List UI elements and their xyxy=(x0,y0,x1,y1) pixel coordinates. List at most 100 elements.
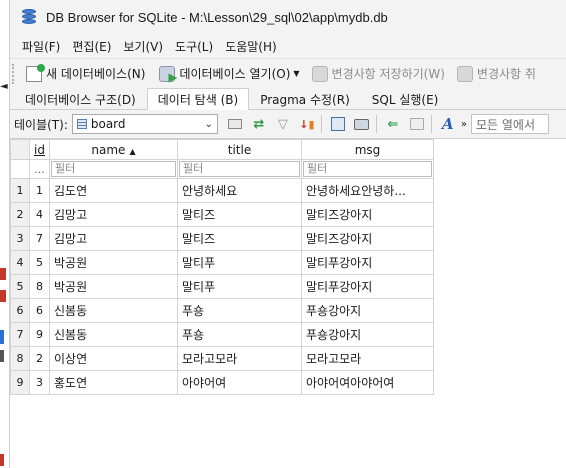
menu-file[interactable]: 파일(F) xyxy=(16,38,66,55)
cell-title[interactable]: 모라고모라 xyxy=(177,346,302,371)
tab-database-structure[interactable]: 데이터베이스 구조(D) xyxy=(14,89,147,109)
cell-id[interactable]: 8 xyxy=(29,274,50,299)
row-number[interactable]: 2 xyxy=(10,202,30,227)
cell-id[interactable]: 6 xyxy=(29,298,50,323)
table-row[interactable]: 6 6 신봄동 푸숑 푸숑강아지 xyxy=(10,298,434,323)
row-number[interactable]: 1 xyxy=(10,178,30,203)
table-row[interactable]: 4 5 박공원 말티푸 말티푸강아지 xyxy=(10,250,434,275)
menu-view[interactable]: 보기(V) xyxy=(117,38,169,55)
cell-name[interactable]: 김망고 xyxy=(49,226,178,251)
row-number[interactable]: 3 xyxy=(10,226,30,251)
row-number[interactable]: 7 xyxy=(10,322,30,347)
cell-id[interactable]: 1 xyxy=(29,178,50,203)
chevron-down-icon[interactable]: ⌄ xyxy=(201,119,217,130)
table-select[interactable]: board ⌄ xyxy=(71,114,218,134)
cell-name[interactable]: 박공원 xyxy=(49,250,178,275)
menu-edit[interactable]: 편집(E) xyxy=(66,38,117,55)
table-label: 테이블(T): xyxy=(14,117,68,132)
cell-name[interactable]: 김도연 xyxy=(49,178,178,203)
tab-browse-data[interactable]: 데이터 탐색 (B) xyxy=(146,88,250,110)
toolbar-separator xyxy=(430,115,432,133)
chevron-down-icon[interactable]: ▼ xyxy=(293,69,299,78)
green-refresh-icon: ⇄ xyxy=(253,116,265,132)
menu-help[interactable]: 도움말(H) xyxy=(219,38,283,55)
row-number[interactable]: 4 xyxy=(10,250,30,275)
editor-arrow-mark: ◄ xyxy=(0,81,8,92)
revert-changes-button[interactable]: 변경사항 취 xyxy=(453,62,540,86)
row-number[interactable]: 6 xyxy=(10,298,30,323)
menu-tools[interactable]: 도구(L) xyxy=(169,38,219,55)
cell-title[interactable]: 말티즈 xyxy=(177,202,302,227)
table-row[interactable]: 3 7 김망고 말티즈 말티즈강아지 xyxy=(10,226,434,251)
table-row[interactable]: 8 2 이상연 모라고모라 모라고모라 xyxy=(10,346,434,371)
cell-id[interactable]: 9 xyxy=(29,322,50,347)
cell-name[interactable]: 신봄동 xyxy=(49,322,178,347)
table-row[interactable]: 5 8 박공원 말티푸 말티푸강아지 xyxy=(10,274,434,299)
filter-input-title[interactable]: 필터 xyxy=(179,161,300,177)
table-row[interactable]: 7 9 신봄동 푸숑 푸숑강아지 xyxy=(10,322,434,347)
open-database-button[interactable]: 데이터베이스 열기(O) ▼ xyxy=(155,62,303,86)
cell-msg[interactable]: 모라고모라 xyxy=(301,346,434,371)
toolbar-grip[interactable] xyxy=(12,63,16,84)
table-row[interactable]: 2 4 김망고 말티즈 말티즈강아지 xyxy=(10,202,434,227)
cell-id[interactable]: 7 xyxy=(29,226,50,251)
cell-title[interactable]: 푸숑 xyxy=(177,298,302,323)
filter-dots: ... xyxy=(29,159,50,179)
table-row[interactable]: 1 1 김도연 안녕하세요 안녕하세요안녕하... xyxy=(10,178,434,203)
cell-title[interactable]: 말티푸 xyxy=(177,250,302,275)
write-changes-button[interactable]: 변경사항 저장하기(W) xyxy=(308,62,449,86)
clear-filters-button[interactable]: ▽ xyxy=(272,113,294,135)
editor-dark-mark xyxy=(0,350,4,362)
corner-cell[interactable] xyxy=(10,139,30,160)
more-tools-chevron[interactable]: » xyxy=(461,119,467,130)
main-tabs: 데이터베이스 구조(D) 데이터 탐색 (B) Pragma 수정(R) SQL… xyxy=(10,88,566,110)
cell-msg[interactable]: 아야어여아야어여 xyxy=(301,370,434,395)
refresh-button[interactable] xyxy=(224,113,246,135)
cell-msg[interactable]: 푸숑강아지 xyxy=(301,298,434,323)
toolbar-separator xyxy=(375,115,377,133)
cell-id[interactable]: 5 xyxy=(29,250,50,275)
new-database-button[interactable]: 새 데이터베이스(N) xyxy=(22,62,149,86)
cell-title[interactable]: 말티푸 xyxy=(177,274,302,299)
cell-name[interactable]: 김망고 xyxy=(49,202,178,227)
cell-title[interactable]: 말티즈 xyxy=(177,226,302,251)
cell-id[interactable]: 4 xyxy=(29,202,50,227)
tab-execute-sql[interactable]: SQL 실행(E) xyxy=(361,89,450,109)
row-number[interactable]: 8 xyxy=(10,346,30,371)
cell-title[interactable]: 아야어여 xyxy=(177,370,302,395)
column-header-title[interactable]: title xyxy=(177,139,302,160)
table-row[interactable]: 9 3 홍도연 아야어여 아야어여아야어여 xyxy=(10,370,434,395)
filter-all-columns-input[interactable]: 모든 열에서 xyxy=(470,114,549,134)
sort-button[interactable]: ↓▮ xyxy=(296,113,318,135)
cell-title[interactable]: 안녕하세요 xyxy=(177,178,302,203)
column-header-name[interactable]: name ▲ xyxy=(49,139,178,160)
print-button[interactable] xyxy=(351,113,373,135)
sync-button[interactable]: ⇄ xyxy=(248,113,270,135)
delete-record-button[interactable] xyxy=(406,113,428,135)
cell-id[interactable]: 3 xyxy=(29,370,50,395)
save-table-button[interactable] xyxy=(327,113,349,135)
cell-name[interactable]: 이상연 xyxy=(49,346,178,371)
cell-name[interactable]: 신봄동 xyxy=(49,298,178,323)
cell-title[interactable]: 푸숑 xyxy=(177,322,302,347)
cell-msg[interactable]: 말티푸강아지 xyxy=(301,274,434,299)
background-editor-strip: ◄ xyxy=(0,0,10,468)
filter-input-name[interactable]: 필터 xyxy=(51,161,176,177)
column-header-id[interactable]: id xyxy=(29,139,50,160)
insert-record-button[interactable]: ⇐ xyxy=(382,113,404,135)
cell-name[interactable]: 홍도연 xyxy=(49,370,178,395)
cell-name[interactable]: 박공원 xyxy=(49,274,178,299)
cell-msg[interactable]: 말티즈강아지 xyxy=(301,226,434,251)
tab-edit-pragmas[interactable]: Pragma 수정(R) xyxy=(249,89,361,109)
row-number[interactable]: 5 xyxy=(10,274,30,299)
table-icon xyxy=(76,119,87,129)
cell-id[interactable]: 2 xyxy=(29,346,50,371)
row-number[interactable]: 9 xyxy=(10,370,30,395)
cell-msg[interactable]: 푸숑강아지 xyxy=(301,322,434,347)
filter-input-msg[interactable]: 필터 xyxy=(303,161,432,177)
cell-msg[interactable]: 안녕하세요안녕하... xyxy=(301,178,434,203)
cell-msg[interactable]: 말티즈강아지 xyxy=(301,202,434,227)
column-header-msg[interactable]: msg xyxy=(301,139,434,160)
cell-msg[interactable]: 말티푸강아지 xyxy=(301,250,434,275)
font-button[interactable]: A xyxy=(437,113,459,135)
